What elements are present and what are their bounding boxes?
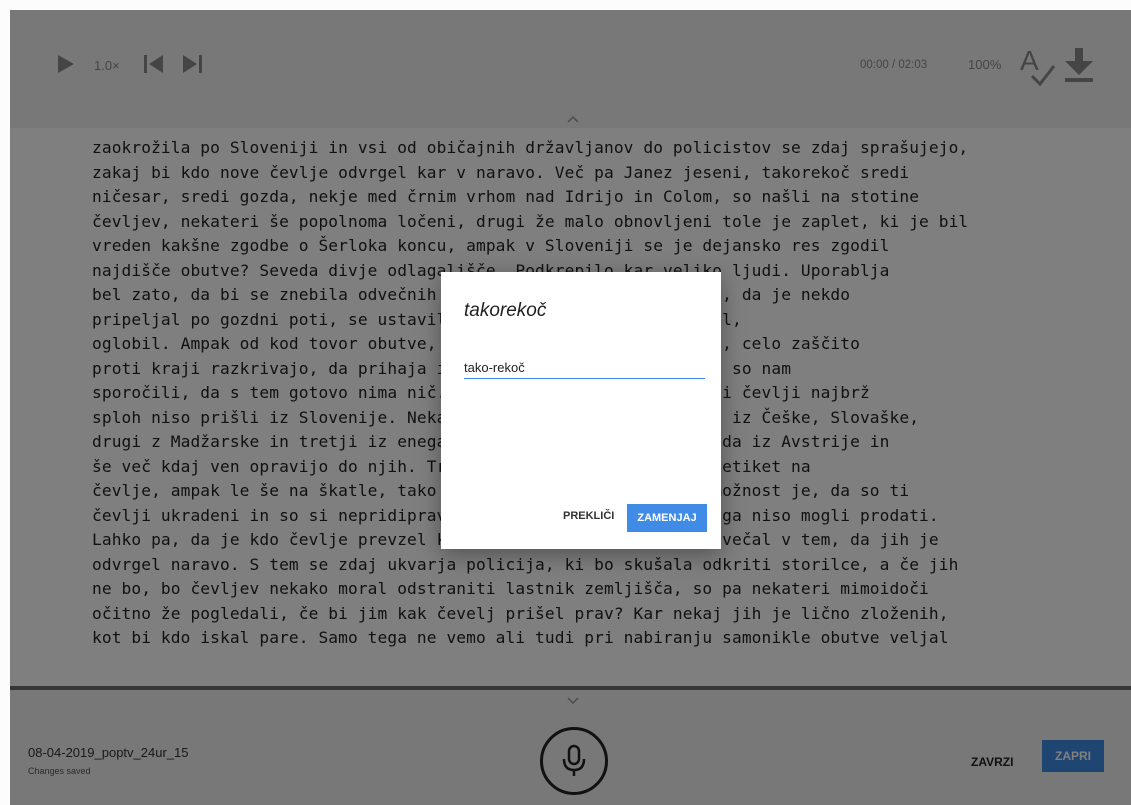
replace-dialog: takorekoč PREKLIČI ZAMENJAJ	[441, 272, 721, 549]
replace-button[interactable]: ZAMENJAJ	[627, 504, 707, 532]
replacement-input[interactable]	[464, 356, 705, 379]
dialog-title: takorekoč	[464, 300, 547, 321]
editor-app: 1.0× 00:00 / 02:03 100% A zaokrožila po …	[10, 10, 1131, 805]
cancel-button[interactable]: PREKLIČI	[559, 504, 618, 528]
